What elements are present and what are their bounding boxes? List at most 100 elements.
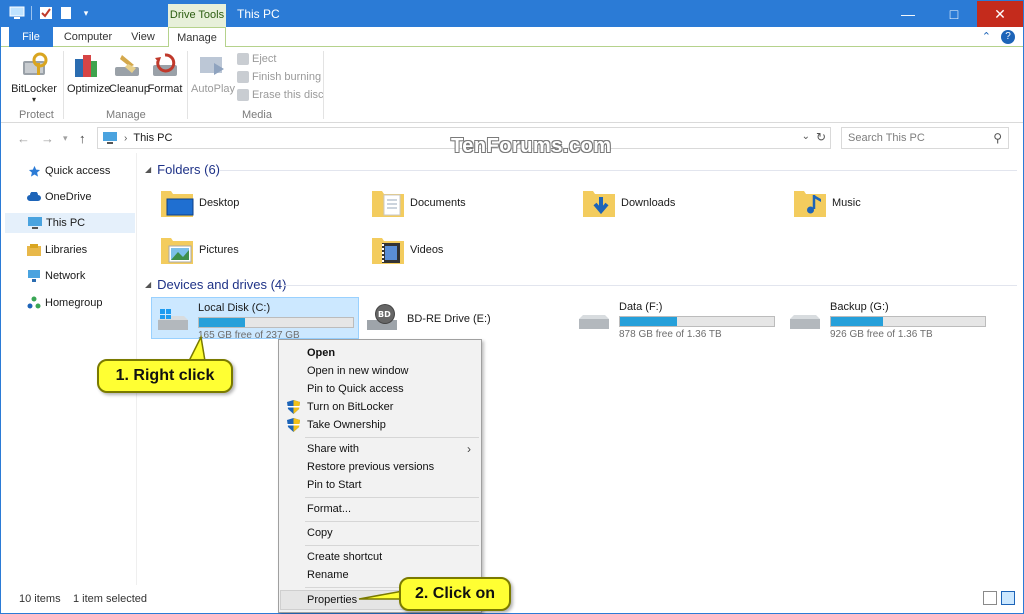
bitlocker-button[interactable]: BitLocker ▾ — [11, 51, 57, 104]
music-folder-icon — [792, 185, 828, 221]
folder-tile[interactable]: Downloads — [581, 183, 675, 223]
folder-name: Videos — [410, 244, 444, 256]
disk-cleanup-icon — [112, 51, 142, 81]
address-dropdown-icon[interactable]: ⌄ — [802, 131, 810, 142]
finish-burning-command[interactable]: Finish burning — [237, 71, 321, 83]
properties-icon[interactable] — [38, 5, 54, 21]
menu-item-label: Take Ownership — [307, 419, 386, 431]
details-view-icon[interactable] — [983, 591, 997, 605]
menu-item-open-new-window[interactable]: Open in new window — [281, 362, 479, 380]
autoplay-label: AutoPlay — [191, 83, 236, 95]
menu-item-share-with[interactable]: Share with › — [281, 440, 479, 458]
erase-disc-icon — [237, 89, 249, 101]
folder-tile[interactable]: Videos — [370, 230, 443, 270]
tab-manage[interactable]: Manage — [168, 27, 226, 48]
close-button[interactable]: ✕ — [977, 1, 1023, 27]
nav-item-this-pc[interactable]: This PC — [5, 213, 135, 233]
context-menu: Open Open in new window Pin to Quick acc… — [278, 339, 482, 613]
star-icon — [27, 164, 41, 178]
customize-toolbar-icon[interactable]: ▾ — [78, 5, 94, 21]
menu-item-open[interactable]: Open — [281, 344, 479, 362]
menu-item-turn-on-bitlocker[interactable]: Turn on BitLocker — [281, 398, 479, 416]
downloads-folder-icon — [581, 185, 617, 221]
expand-ribbon-icon[interactable]: ⌃ — [982, 30, 991, 44]
callout-click-on: 2. Click on — [399, 577, 511, 611]
nav-item-libraries[interactable]: Libraries — [5, 240, 135, 260]
folder-tile[interactable]: Music — [792, 183, 861, 223]
svg-text:BD: BD — [378, 310, 391, 319]
group-label-protect: Protect — [19, 109, 54, 121]
nav-item-label: Homegroup — [45, 297, 103, 309]
drive-tile-g[interactable]: Backup (G:) 926 GB free of 1.36 TB — [784, 297, 992, 340]
section-divider — [219, 170, 1017, 171]
folder-tile[interactable]: Documents — [370, 183, 466, 223]
drive-tile-f[interactable]: Data (F:) 878 GB free of 1.36 TB — [573, 297, 781, 340]
menu-item-pin-quick-access[interactable]: Pin to Quick access — [281, 380, 479, 398]
menu-separator — [305, 497, 479, 498]
burn-disc-icon — [237, 71, 249, 83]
eject-label: Eject — [252, 53, 277, 65]
help-icon[interactable]: ? — [1001, 30, 1015, 44]
recent-locations-icon[interactable]: ▾ — [63, 133, 68, 144]
tab-computer[interactable]: Computer — [61, 27, 115, 47]
minimize-button[interactable]: — — [885, 1, 931, 27]
nav-item-label: This PC — [46, 217, 86, 229]
drive-usage-fill — [199, 318, 246, 327]
nav-item-onedrive[interactable]: OneDrive — [5, 187, 135, 207]
nav-item-homegroup[interactable]: Homegroup — [5, 293, 135, 313]
collapse-caret-icon: ◢ — [145, 280, 152, 289]
breadcrumb-this-pc[interactable]: This PC — [133, 132, 172, 144]
breadcrumb-chevron-icon[interactable]: › — [124, 133, 127, 144]
tab-view[interactable]: View — [127, 27, 159, 47]
nav-item-quick-access[interactable]: Quick access — [5, 161, 135, 181]
drive-tile-e[interactable]: BD BD-RE Drive (E:) — [361, 297, 561, 339]
bitlocker-label: BitLocker — [11, 83, 57, 95]
autoplay-button[interactable]: AutoPlay — [191, 51, 236, 95]
desktop-folder-icon — [159, 185, 195, 221]
folders-section-header[interactable]: ◢ Folders (6) — [145, 162, 220, 177]
optimize-button[interactable]: Optimize — [67, 51, 110, 95]
menu-item-pin-to-start[interactable]: Pin to Start — [281, 476, 479, 494]
window-title: This PC — [237, 7, 280, 21]
nav-item-label: Quick access — [45, 165, 111, 177]
drive-tile-c[interactable]: Local Disk (C:) 165 GB free of 237 GB — [151, 297, 359, 341]
folder-tile[interactable]: Desktop — [159, 183, 239, 223]
format-button[interactable]: Format — [147, 51, 183, 95]
folder-name: Pictures — [199, 244, 239, 256]
maximize-button[interactable]: □ — [931, 1, 977, 27]
nav-item-label: OneDrive — [45, 191, 92, 203]
menu-item-take-ownership[interactable]: Take Ownership — [281, 416, 479, 434]
menu-item-format[interactable]: Format... — [281, 500, 479, 518]
refresh-icon[interactable]: ↻ — [816, 130, 826, 144]
selection-count: 1 item selected — [73, 593, 147, 605]
up-arrow-icon[interactable]: ↑ — [79, 131, 86, 146]
nav-item-label: Libraries — [45, 244, 88, 256]
new-folder-icon[interactable] — [58, 5, 74, 21]
title-bar: ▾ Drive Tools This PC — □ ✕ — [1, 1, 1023, 27]
videos-folder-icon — [370, 232, 406, 268]
drives-section-header[interactable]: ◢ Devices and drives (4) — [145, 277, 286, 292]
folder-tile[interactable]: Pictures — [159, 230, 239, 270]
eject-command[interactable]: Eject — [237, 53, 276, 65]
tiles-view-icon[interactable] — [1001, 591, 1015, 605]
cleanup-button[interactable]: Cleanup — [109, 51, 150, 95]
computer-icon[interactable] — [9, 5, 25, 21]
maximize-icon: □ — [949, 6, 959, 22]
search-input[interactable]: Search This PC ⚲ — [841, 127, 1009, 149]
menu-item-restore-previous[interactable]: Restore previous versions — [281, 458, 479, 476]
tab-file[interactable]: File — [9, 27, 53, 47]
drive-usage-bar — [830, 316, 986, 327]
erase-disc-command[interactable]: Erase this disc — [237, 89, 324, 101]
drives-section-title: Devices and drives (4) — [157, 277, 287, 292]
finish-burning-label: Finish burning — [252, 71, 322, 83]
cloud-icon — [27, 190, 41, 204]
menu-item-copy[interactable]: Copy — [281, 524, 479, 542]
menu-item-create-shortcut[interactable]: Create shortcut — [281, 548, 479, 566]
search-icon: ⚲ — [993, 131, 1002, 145]
back-arrow-icon[interactable]: ← — [17, 131, 30, 146]
menu-separator — [305, 545, 479, 546]
nav-item-network[interactable]: Network — [5, 266, 135, 286]
autoplay-icon — [197, 51, 227, 81]
forward-arrow-icon[interactable]: → — [41, 131, 54, 146]
folder-name: Desktop — [199, 197, 240, 209]
